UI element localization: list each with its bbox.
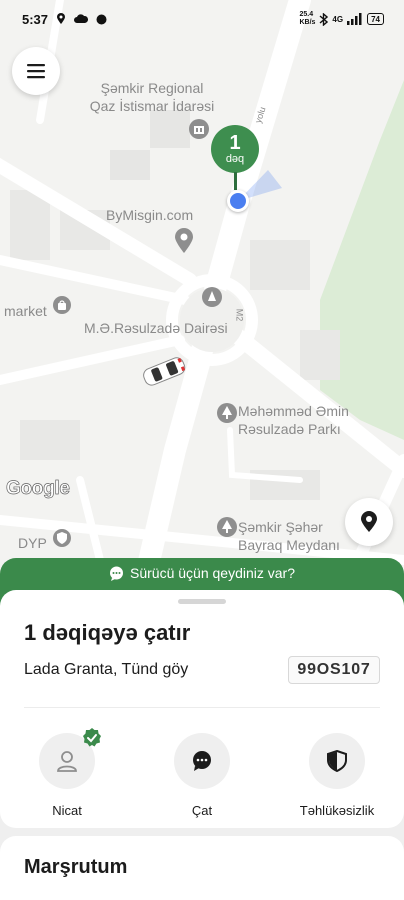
battery-indicator: 74 xyxy=(367,13,384,25)
driver-name-label: Nicat xyxy=(52,803,82,818)
shopping-poi-icon[interactable] xyxy=(52,295,72,317)
poi-label: ByMisgin.com xyxy=(106,207,194,223)
street-label: M2 xyxy=(234,308,245,322)
car-description: Lada Granta, Tünd göy xyxy=(24,661,189,678)
divider xyxy=(24,707,380,708)
license-plate: 99OS107 xyxy=(288,656,380,684)
eta-pin-stem xyxy=(234,172,237,190)
verified-badge-icon xyxy=(83,728,101,747)
place-pin-icon[interactable] xyxy=(174,228,194,254)
map-attribution: Google xyxy=(6,478,71,500)
network-type: 4G xyxy=(332,14,344,24)
park-poi-icon[interactable] xyxy=(216,516,238,538)
status-bar: 5:37 25.4 KB/s 4G 74 xyxy=(0,0,404,38)
poi-label: Şəmkir Regional Qaz İstismar İdarəsi xyxy=(89,80,215,114)
route-title: Marşrutum xyxy=(24,856,128,878)
safety-button[interactable]: Təhlükəsizlik xyxy=(282,733,392,818)
poi-label: DYP xyxy=(18,535,47,551)
eta-pin: 1 dəq xyxy=(211,125,259,173)
office-poi-icon[interactable] xyxy=(188,118,210,140)
chat-icon xyxy=(193,751,211,771)
driver-car-icon xyxy=(143,357,186,386)
driver-profile-button[interactable]: Nicat xyxy=(12,728,122,818)
eta-number: 1 xyxy=(229,132,241,154)
location-pin-icon xyxy=(361,511,377,532)
poi-label: market xyxy=(4,303,47,319)
police-poi-icon[interactable] xyxy=(52,528,72,550)
notification-dot-icon xyxy=(96,14,107,24)
net-speed: 25.4 KB/s xyxy=(299,11,316,26)
my-location-button[interactable] xyxy=(345,498,393,546)
signal-icon xyxy=(347,13,362,25)
shield-icon xyxy=(327,750,347,772)
safety-label: Təhlükəsizlik xyxy=(299,803,375,818)
poi-label: M.Ə.Rəsulzadə Dairəsi xyxy=(84,320,228,336)
eta-unit: dəq xyxy=(225,153,245,165)
location-status-icon xyxy=(57,13,66,24)
message-bubble-icon xyxy=(110,566,123,581)
chat-button[interactable]: Çat xyxy=(147,733,257,818)
bluetooth-icon xyxy=(319,12,329,26)
status-time: 5:37 xyxy=(22,11,49,27)
route-card[interactable]: Marşrutum xyxy=(0,836,404,900)
chat-label: Çat xyxy=(191,803,213,818)
user-location-dot xyxy=(227,190,249,212)
arrival-time-title: 1 dəqiqəyə çatır xyxy=(24,620,191,645)
hamburger-menu-icon xyxy=(27,64,45,79)
map-view[interactable]: Şəmkir Regional Qaz İstismar İdarəsi ByMi… xyxy=(0,0,404,600)
park-poi-icon[interactable] xyxy=(216,402,238,424)
ride-details-sheet: 1 dəqiqəyə çatır Lada Granta, Tünd göy 9… xyxy=(0,590,404,828)
cloud-status-icon xyxy=(74,14,89,23)
sheet-drag-handle[interactable] xyxy=(178,599,226,604)
driver-note-label: Sürücü üçün qeydiniz var? xyxy=(130,565,295,581)
menu-button[interactable] xyxy=(12,47,60,95)
poi-label: Məhəmməd Əmin Rəsulzadə Parkı xyxy=(238,403,349,437)
driver-avatar-icon xyxy=(57,751,77,772)
monument-poi-icon[interactable] xyxy=(201,286,223,308)
poi-label: Şəmkir Şəhər Bayraq Meydanı xyxy=(238,519,340,553)
